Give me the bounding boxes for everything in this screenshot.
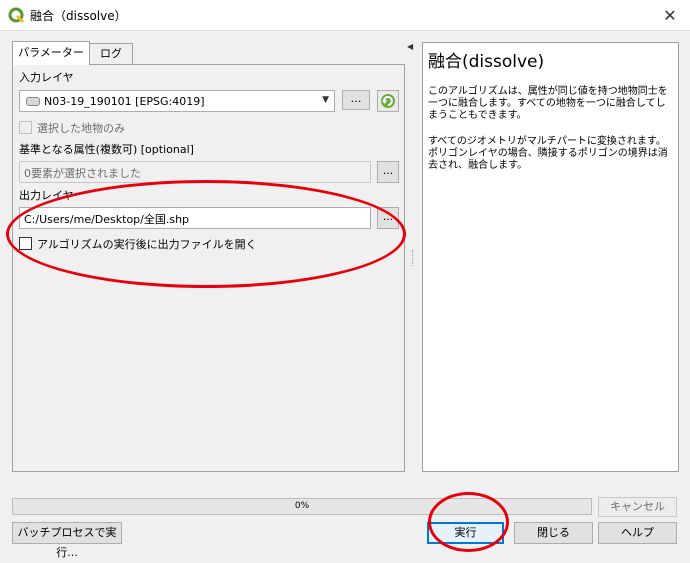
panel-splitter[interactable]	[412, 250, 414, 266]
close-window-button[interactable]: ✕	[650, 0, 690, 31]
help-title: 融合(dissolve)	[428, 52, 545, 72]
window-title: 融合（dissolve）	[30, 9, 127, 23]
dissolve-field-label: 基準となる属性(複数可) [optional]	[19, 143, 194, 156]
output-layer-label: 出力レイヤ	[19, 189, 74, 202]
tab-log[interactable]: ログ	[89, 43, 133, 65]
input-layer-combo[interactable]: N03-19_190101 [EPSG:4019] ▼	[19, 90, 335, 112]
cancel-button[interactable]: キャンセル	[598, 497, 677, 517]
parameters-panel: 入力レイヤ N03-19_190101 [EPSG:4019] ▼ … 選択した…	[12, 64, 405, 472]
open-after-checkbox[interactable]	[19, 237, 32, 250]
input-layer-value: N03-19_190101 [EPSG:4019]	[44, 95, 205, 108]
dissolve-field-button[interactable]: ...	[377, 161, 399, 183]
progress-label: 0%	[294, 501, 310, 511]
collapse-arrow-icon[interactable]: ◀	[407, 42, 413, 51]
qgis-logo-icon	[8, 7, 25, 24]
output-layer-button[interactable]: ...	[377, 207, 399, 229]
tab-parameters[interactable]: パラメーター	[12, 41, 90, 65]
selected-only-label: 選択した地物のみ	[37, 122, 125, 135]
output-layer-input[interactable]: C:/Users/me/Desktop/全国.shp	[19, 207, 371, 229]
batch-process-button[interactable]: バッチプロセスで実行...	[12, 522, 122, 559]
help-button[interactable]: ヘルプ	[598, 522, 677, 544]
iterate-refresh-icon	[378, 94, 398, 114]
open-after-label: アルゴリズムの実行後に出力ファイルを開く	[37, 238, 257, 251]
chevron-down-icon: ▼	[322, 95, 329, 105]
more-options-button[interactable]: …	[342, 90, 370, 110]
polygon-layer-icon	[26, 97, 40, 106]
iterate-button[interactable]	[377, 90, 399, 112]
help-paragraph-1: このアルゴリズムは、属性が同じ値を持つ地物同士を一つに融合します。すべての地物を…	[428, 86, 668, 121]
dissolve-field-input[interactable]: 0要素が選択されました	[19, 161, 371, 183]
selected-only-checkbox[interactable]	[19, 121, 32, 134]
help-panel: 融合(dissolve) このアルゴリズムは、属性が同じ値を持つ地物同士を一つに…	[422, 42, 679, 472]
run-button[interactable]: 実行	[427, 522, 504, 544]
close-button[interactable]: 閉じる	[514, 522, 593, 544]
input-layer-label: 入力レイヤ	[19, 71, 74, 84]
title-bar: 融合（dissolve） ✕	[0, 0, 690, 31]
progress-bar: 0%	[12, 498, 592, 515]
help-paragraph-2: すべてのジオメトリがマルチパートに変換されます。ポリゴンレイヤの場合、隣接するポ…	[428, 136, 668, 171]
